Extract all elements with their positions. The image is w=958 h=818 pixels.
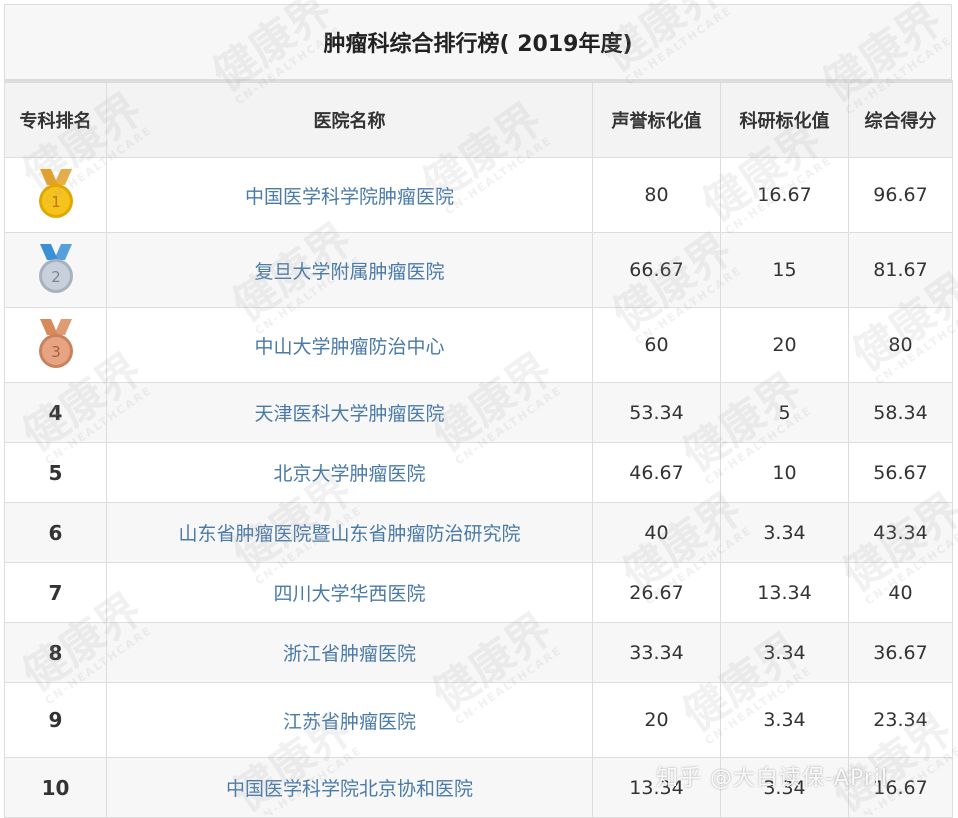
total-score-cell: 81.67 [848,232,953,308]
table-title: 肿瘤科综合排行榜( 2019年度) [4,4,952,80]
rank-cell: 1 [4,157,107,233]
hospital-name-cell[interactable]: 江苏省肿瘤医院 [106,682,593,758]
table-row: 4 天津医科大学肿瘤医院 53.34 5 58.34 [4,382,953,443]
table-row: 6 山东省肿瘤医院暨山东省肿瘤防治研究院 40 3.34 43.34 [4,502,953,563]
bronze-medal-icon: 3 [38,319,73,368]
hospital-name-cell[interactable]: 山东省肿瘤医院暨山东省肿瘤防治研究院 [106,502,593,563]
hospital-name-cell[interactable]: 浙江省肿瘤医院 [106,622,593,683]
hospital-name-cell[interactable]: 中国医学科学院肿瘤医院 [106,157,593,233]
research-score-cell: 16.67 [720,157,849,233]
research-score-cell: 3.34 [720,682,849,758]
rank-cell: 2 [4,232,107,308]
reputation-score-cell: 33.34 [592,622,721,683]
rank-cell: 7 [4,562,107,623]
research-score-cell: 3.34 [720,757,849,818]
header-row: 专科排名 医院名称 声誉标化值 科研标化值 综合得分 [4,80,953,158]
total-score-cell: 40 [848,562,953,623]
hospital-name-cell[interactable]: 北京大学肿瘤医院 [106,442,593,503]
rank-cell: 6 [4,502,107,563]
total-score-cell: 36.67 [848,622,953,683]
reputation-score-cell: 66.67 [592,232,721,308]
rank-cell: 9 [4,682,107,758]
table-row: 7 四川大学华西医院 26.67 13.34 40 [4,562,953,623]
medal-rank-number: 1 [51,193,61,211]
table-row: 8 浙江省肿瘤医院 33.34 3.34 36.67 [4,622,953,683]
rank-cell: 3 [4,307,107,383]
header-total: 综合得分 [848,80,953,158]
total-score-cell: 16.67 [848,757,953,818]
total-score-cell: 56.67 [848,442,953,503]
reputation-score-cell: 20 [592,682,721,758]
reputation-score-cell: 53.34 [592,382,721,443]
hospital-name-cell[interactable]: 天津医科大学肿瘤医院 [106,382,593,443]
research-score-cell: 13.34 [720,562,849,623]
research-score-cell: 5 [720,382,849,443]
silver-medal-icon: 2 [38,244,73,293]
hospital-name-cell[interactable]: 复旦大学附属肿瘤医院 [106,232,593,308]
header-rank: 专科排名 [4,80,107,158]
ranking-table-container: 肿瘤科综合排行榜( 2019年度) 专科排名 医院名称 声誉标化值 科研标化值 … [4,4,953,818]
hospital-name-cell[interactable]: 四川大学华西医院 [106,562,593,623]
total-score-cell: 80 [848,307,953,383]
table-body: 1 中国医学科学院肿瘤医院 80 16.67 96.67 2 复旦大学附属肿瘤医院 66.67… [4,157,953,818]
rank-cell: 10 [4,757,107,818]
reputation-score-cell: 46.67 [592,442,721,503]
total-score-cell: 58.34 [848,382,953,443]
table-row: 2 复旦大学附属肿瘤医院 66.67 15 81.67 [4,232,953,308]
rank-cell: 8 [4,622,107,683]
reputation-score-cell: 40 [592,502,721,563]
research-score-cell: 15 [720,232,849,308]
table-row: 9 江苏省肿瘤医院 20 3.34 23.34 [4,682,953,758]
research-score-cell: 3.34 [720,622,849,683]
reputation-score-cell: 60 [592,307,721,383]
hospital-name-cell[interactable]: 中山大学肿瘤防治中心 [106,307,593,383]
research-score-cell: 20 [720,307,849,383]
header-research: 科研标化值 [720,80,849,158]
table-row: 1 中国医学科学院肿瘤医院 80 16.67 96.67 [4,157,953,233]
rank-cell: 4 [4,382,107,443]
reputation-score-cell: 13.34 [592,757,721,818]
research-score-cell: 10 [720,442,849,503]
total-score-cell: 23.34 [848,682,953,758]
ranking-table: 专科排名 医院名称 声誉标化值 科研标化值 综合得分 1 中国医学科学院肿瘤医院 8… [4,80,953,818]
table-row: 10 中国医学科学院北京协和医院 13.34 3.34 16.67 [4,757,953,818]
reputation-score-cell: 80 [592,157,721,233]
table-row: 3 中山大学肿瘤防治中心 60 20 80 [4,307,953,383]
header-reputation: 声誉标化值 [592,80,721,158]
reputation-score-cell: 26.67 [592,562,721,623]
total-score-cell: 96.67 [848,157,953,233]
medal-rank-number: 3 [51,343,61,361]
gold-medal-icon: 1 [38,169,73,218]
rank-cell: 5 [4,442,107,503]
research-score-cell: 3.34 [720,502,849,563]
header-hospital: 医院名称 [106,80,593,158]
total-score-cell: 43.34 [848,502,953,563]
table-row: 5 北京大学肿瘤医院 46.67 10 56.67 [4,442,953,503]
medal-rank-number: 2 [51,268,61,286]
hospital-name-cell[interactable]: 中国医学科学院北京协和医院 [106,757,593,818]
